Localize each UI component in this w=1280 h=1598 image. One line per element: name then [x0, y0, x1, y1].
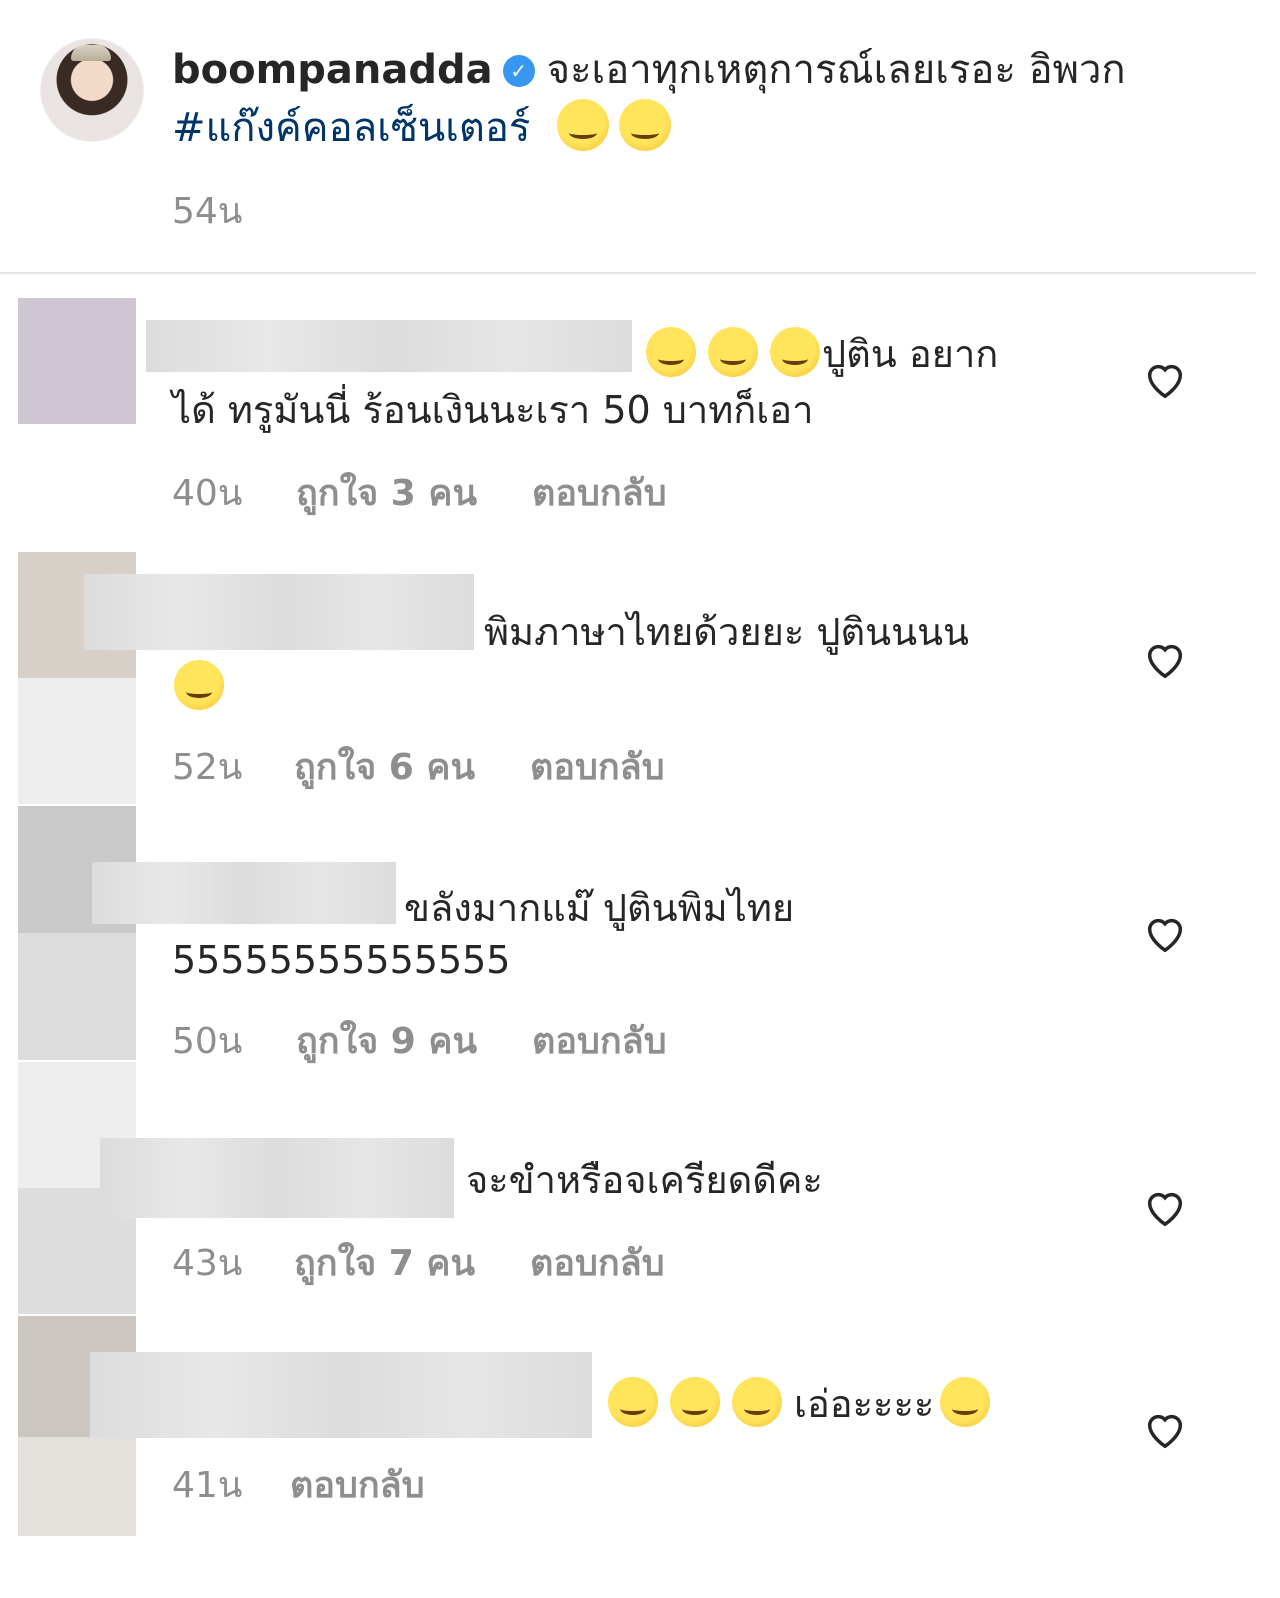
caption-timestamp: 54น [172, 191, 243, 232]
heart-icon[interactable] [1142, 910, 1188, 956]
rolling-laughing-emoji-icon [708, 327, 758, 377]
comment-likes[interactable]: ถูกใจ 6 คน [294, 738, 475, 795]
unamused-face-emoji-icon [619, 99, 672, 151]
comment-text-line: ปูติน อยาก [822, 332, 999, 376]
comment-avatar[interactable] [18, 298, 136, 424]
comment-username-blurred[interactable] [84, 574, 474, 650]
caption-hashtag[interactable]: #แก๊งค์คอลเซ็นเตอร์ [172, 105, 530, 151]
rolling-laughing-emoji-icon [770, 327, 820, 377]
comment-timestamp: 50น [172, 1021, 243, 1062]
comment-username-blurred[interactable] [90, 1352, 592, 1438]
caption-line: boompanadda ✓ จะเอาทุกเหตุการณ์เลยเรอะ อิพ… [172, 41, 1126, 99]
comment-text-line: เอ่อะะะะ [794, 1382, 935, 1426]
verified-badge-icon: ✓ [502, 55, 535, 87]
reply-button[interactable]: ตอบกลับ [290, 1456, 425, 1513]
comment-avatar[interactable] [18, 806, 136, 1060]
comment-text: เอ่อะะะะ [608, 1376, 1002, 1432]
heart-icon[interactable] [1142, 636, 1188, 682]
comment-timestamp: 43น [172, 1243, 243, 1284]
comment-username-blurred[interactable] [92, 862, 396, 924]
comment-username-blurred[interactable] [100, 1138, 454, 1218]
comment-text: ปูติน อยาก [646, 326, 998, 382]
comment-timestamp: 52น [172, 747, 243, 788]
comment-text-line: พิมภาษาไทยด้วยยะ ปูตินนนน [484, 610, 970, 654]
caption-hashtag-line: #แก๊งค์คอลเซ็นเตอร์ [172, 99, 681, 157]
comment-timestamp: 41น [172, 1465, 243, 1506]
divider [0, 272, 1256, 274]
caption-username[interactable]: boompanadda [172, 47, 493, 93]
grinning-sweat-emoji-icon [174, 660, 224, 710]
comment-text-line: ขลังมากแม๊ ปูตินพิมไทย [404, 886, 795, 930]
unamused-face-emoji-icon [557, 99, 610, 151]
rolling-laughing-emoji-icon [646, 327, 696, 377]
comment-timestamp: 40น [172, 473, 243, 514]
tears-of-joy-emoji-icon [670, 1377, 720, 1427]
caption-avatar[interactable] [40, 38, 144, 142]
comment-username-blurred[interactable] [146, 320, 632, 372]
comment-text-line: ได้ ทรูมันนี่ ร้อนเงินนะเรา 50 บาทก็เอา [172, 388, 814, 432]
reply-button[interactable]: ตอบกลับ [530, 1234, 665, 1291]
reply-button[interactable]: ตอบกลับ [532, 1012, 667, 1069]
heart-icon[interactable] [1142, 356, 1188, 402]
comment-likes[interactable]: ถูกใจ 3 คน [296, 464, 477, 521]
tears-of-joy-emoji-icon [608, 1377, 658, 1427]
heart-icon[interactable] [1142, 1406, 1188, 1452]
rolling-laughing-emoji-icon [940, 1377, 991, 1427]
reply-button[interactable]: ตอบกลับ [530, 738, 665, 795]
comment-likes[interactable]: ถูกใจ 7 คน [294, 1234, 475, 1291]
comment-text-line: จะขำหรือจเครียดดีคะ [466, 1158, 823, 1202]
comment-likes[interactable]: ถูกใจ 9 คน [296, 1012, 477, 1069]
tears-of-joy-emoji-icon [732, 1377, 782, 1427]
caption-text: จะเอาทุกเหตุการณ์เลยเรอะ อิพวก [546, 47, 1126, 93]
reply-button[interactable]: ตอบกลับ [532, 464, 667, 521]
heart-icon[interactable] [1142, 1184, 1188, 1230]
comment-text-line: 55555555555555 [172, 938, 511, 982]
